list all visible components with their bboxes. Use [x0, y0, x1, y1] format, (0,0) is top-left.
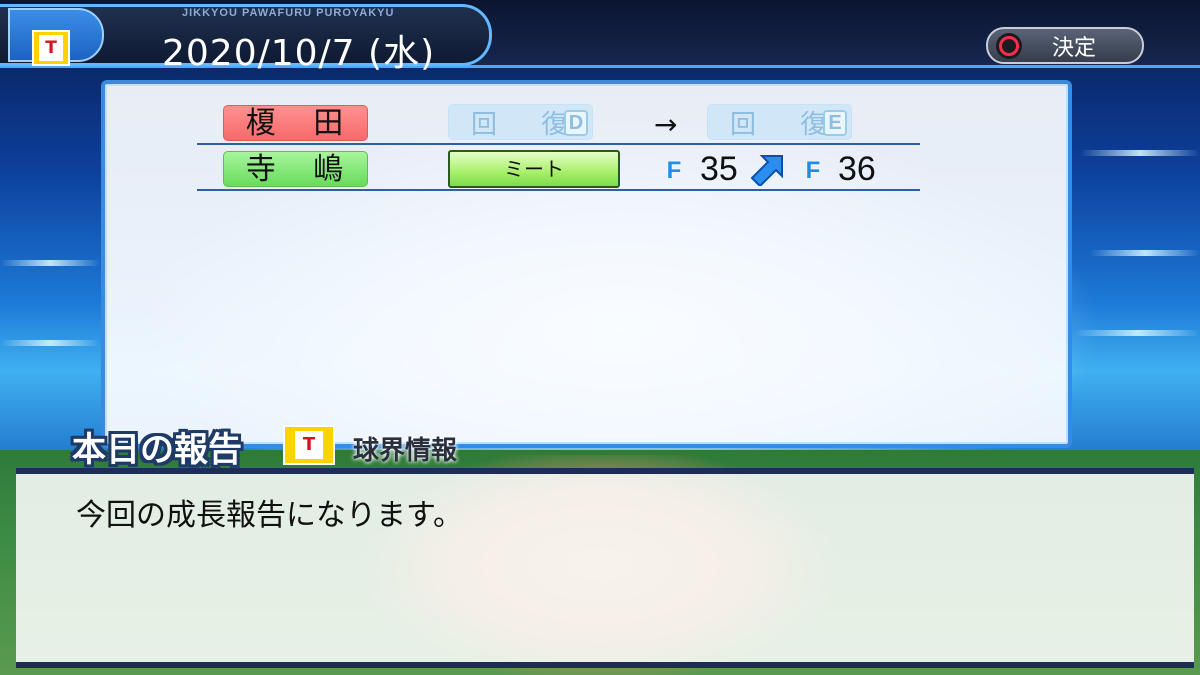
row-divider: [197, 143, 920, 145]
report-title: 本日の報告: [72, 430, 242, 470]
right-arrow-icon: →: [654, 108, 678, 141]
skill-badge-meet: ミート: [448, 150, 620, 188]
team-logo-box: T: [8, 8, 104, 66]
report-source: 球界情報: [353, 436, 458, 466]
light-streak: [1090, 250, 1200, 256]
game-name: JIKKYOU PAWAFURU PUROYAKYU: [182, 7, 395, 19]
circle-button-icon: [996, 32, 1022, 59]
ability-before-grade: D: [564, 110, 588, 136]
player-name-tag: 榎 田: [223, 105, 368, 141]
current-date: 2020/10/7 (水): [162, 33, 436, 74]
rank-after-letter: F: [805, 157, 821, 184]
light-streak: [0, 260, 100, 266]
light-streak: [0, 340, 100, 346]
confirm-label: 決定: [1052, 35, 1097, 61]
up-right-arrow-icon: [750, 155, 783, 186]
player-name-tag: 寺 嶋: [223, 151, 368, 187]
team-logo-icon: T: [283, 425, 335, 465]
rank-before-letter: F: [666, 157, 682, 184]
team-logo-letter: T: [39, 35, 63, 61]
ability-after-grade: E: [823, 110, 847, 136]
row-divider: [197, 189, 920, 191]
team-logo-letter: T: [295, 431, 323, 459]
rank-before-value: 35: [700, 150, 738, 188]
light-streak: [1080, 150, 1200, 156]
ability-after-badge: 回 復 E: [707, 104, 852, 140]
light-streak: [1075, 330, 1200, 336]
rank-after-value: 36: [838, 150, 876, 188]
confirm-button[interactable]: 決定: [986, 27, 1144, 64]
message-text: 今回の成長報告になります。: [76, 498, 463, 533]
team-logo-icon: T: [32, 30, 70, 66]
ability-before-badge: 回 復 D: [448, 104, 593, 140]
